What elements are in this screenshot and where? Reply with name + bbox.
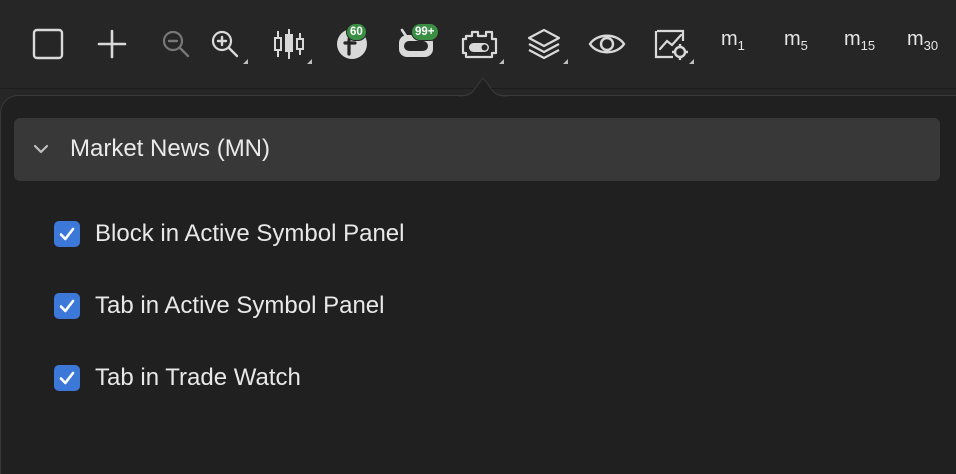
chart-settings-button[interactable] — [650, 20, 694, 68]
dropdown-corner-icon — [563, 59, 568, 64]
dropdown-corner-icon — [243, 59, 248, 64]
checkbox[interactable] — [54, 365, 80, 391]
market-news-section-header[interactable]: Market News (MN) — [14, 118, 940, 181]
chevron-down-icon — [32, 140, 50, 163]
square-icon — [31, 27, 65, 61]
checkbox[interactable] — [54, 293, 80, 319]
option-label: Tab in Active Symbol Panel — [95, 292, 385, 319]
option-label: Block in Active Symbol Panel — [95, 220, 405, 247]
layers-icon — [526, 27, 562, 61]
checkmark-icon — [59, 371, 75, 385]
add-button[interactable] — [92, 20, 132, 68]
zoom-out-button[interactable] — [156, 20, 196, 68]
layers-button[interactable] — [522, 20, 568, 68]
dropdown-corner-icon — [499, 59, 504, 64]
zoom-in-button[interactable] — [204, 20, 248, 68]
timeframe-m5-button[interactable]: m5 — [784, 28, 808, 62]
checkmark-icon — [59, 299, 75, 313]
option-tab-active-symbol-panel[interactable]: Tab in Active Symbol Panel — [54, 291, 385, 321]
option-label: Tab in Trade Watch — [95, 364, 301, 391]
view-button[interactable] — [586, 20, 628, 68]
dropdown-corner-icon — [307, 59, 312, 64]
zoom-out-icon — [161, 29, 191, 59]
checkbox[interactable] — [54, 221, 80, 247]
chart-settings-icon — [653, 27, 689, 61]
robot-badge: 99+ — [411, 23, 439, 41]
settings-toggle-button[interactable] — [458, 20, 504, 68]
candlestick-chart-icon — [272, 27, 306, 61]
chart-type-button[interactable] — [268, 20, 312, 68]
settings-toggle-icon — [460, 27, 500, 61]
popover-arrow — [458, 77, 508, 97]
indicator-badge: 60 — [346, 23, 367, 41]
timeframe-m1-button[interactable]: m1 — [721, 28, 745, 62]
timeframe-m30-button[interactable]: m30 — [907, 28, 938, 62]
eye-icon — [588, 29, 626, 59]
option-tab-trade-watch[interactable]: Tab in Trade Watch — [54, 363, 301, 393]
square-button[interactable] — [28, 20, 68, 68]
zoom-in-icon — [210, 29, 240, 59]
dropdown-corner-icon — [689, 59, 694, 64]
checkmark-icon — [59, 227, 75, 241]
section-title: Market News (MN) — [70, 135, 271, 162]
plus-icon — [96, 28, 128, 60]
timeframe-m15-button[interactable]: m15 — [844, 28, 875, 62]
option-block-active-symbol-panel[interactable]: Block in Active Symbol Panel — [54, 219, 404, 249]
